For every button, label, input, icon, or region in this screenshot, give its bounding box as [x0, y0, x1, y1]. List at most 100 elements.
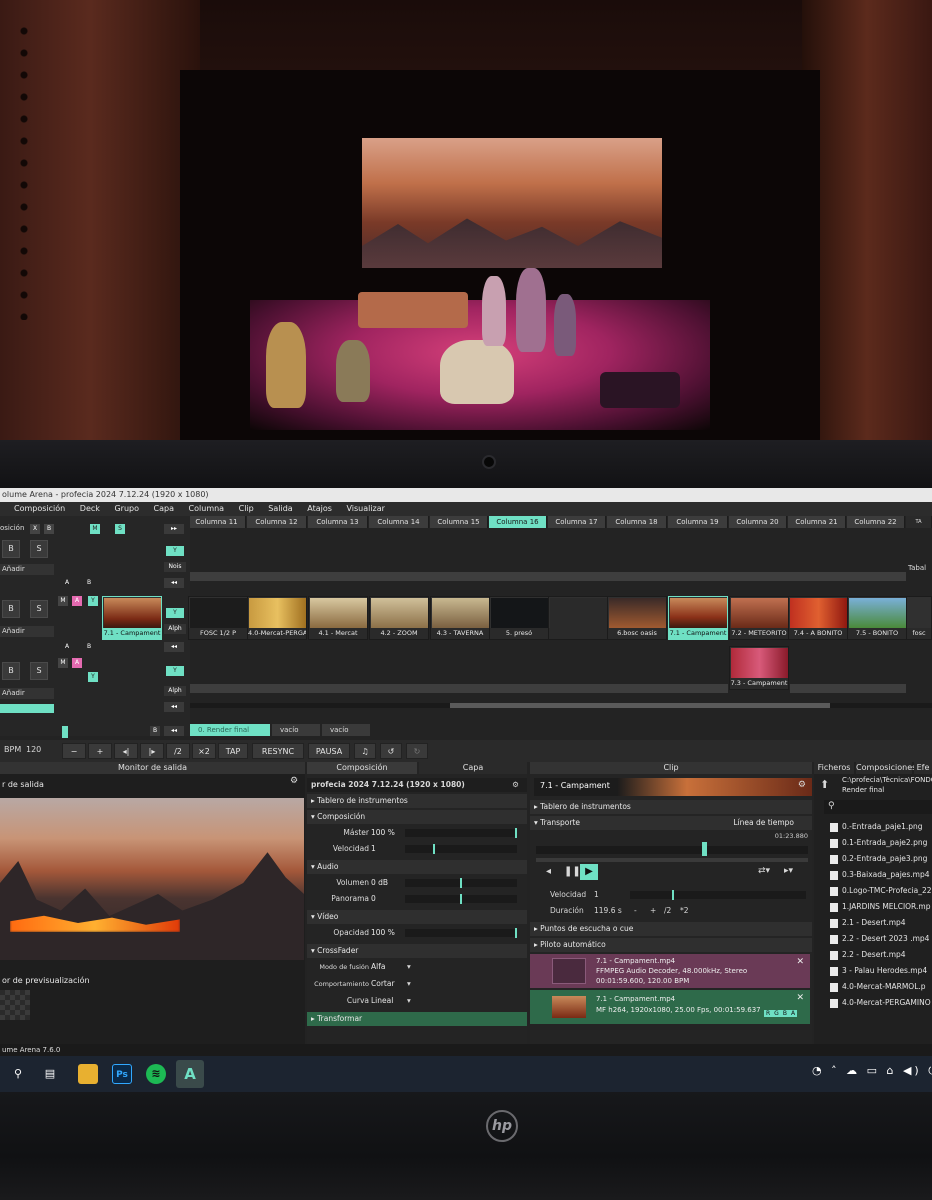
menu-composicion[interactable]: Composición: [0, 502, 71, 516]
layer3-bypass-button[interactable]: B: [2, 662, 20, 680]
file-item[interactable]: 0.Logo-TMC-Profecia_22: [828, 884, 932, 898]
bpm-half-button[interactable]: /2: [166, 743, 190, 759]
opacity-slider[interactable]: [405, 928, 517, 938]
menu-grupo[interactable]: Grupo: [108, 502, 145, 516]
file-item[interactable]: 2.1 - Desert.mp4: [828, 916, 906, 930]
prev-frame-icon[interactable]: ◂: [546, 866, 551, 877]
tab-ficheros[interactable]: Ficheros: [814, 762, 854, 774]
clip-cell[interactable]: [548, 596, 608, 640]
clip-cell[interactable]: 7.3 - Campament: [729, 646, 789, 690]
playhead[interactable]: [702, 842, 707, 856]
section-transformar[interactable]: ▸ Transformar: [307, 1012, 527, 1026]
duration-minus-button[interactable]: -: [634, 904, 637, 918]
clip-cell[interactable]: 4.1 - Mercat: [308, 596, 368, 640]
layer2-a-button[interactable]: A: [62, 642, 72, 652]
layer1-add-dropdown[interactable]: Añadir: [0, 564, 54, 575]
clip-section-transporte[interactable]: ▾ Transporte Línea de tiempo: [530, 816, 812, 830]
pan-slider[interactable]: [405, 894, 517, 904]
clip-cell[interactable]: 7.5 - BONITO: [847, 596, 907, 640]
bpm-value[interactable]: 120: [26, 745, 41, 754]
curve-row[interactable]: Curva Lineal ▾: [307, 994, 527, 1008]
duration-double-button[interactable]: *2: [680, 904, 689, 918]
task-view-icon[interactable]: ▤: [40, 1064, 60, 1084]
layer2-solo-button[interactable]: S: [30, 600, 48, 618]
layer2-add-dropdown[interactable]: Añadir: [0, 626, 54, 637]
file-item[interactable]: 0.3-Baixada_pajes.mp4: [828, 868, 930, 882]
bpm-plus-button[interactable]: +: [88, 743, 112, 759]
section-crossfader[interactable]: ▾ CrossFader: [307, 944, 527, 958]
clip-cell[interactable]: fosc: [906, 596, 932, 640]
layer-master-toggle[interactable]: M: [90, 524, 100, 534]
layer-bypass-button[interactable]: B: [44, 524, 54, 534]
tab-composiciones[interactable]: Composiciones: [856, 762, 916, 774]
file-item[interactable]: 4.0-Mercat-MARMOL.p: [828, 980, 926, 994]
file-item[interactable]: 2.2 - Desert.mp4: [828, 948, 906, 962]
pause-icon[interactable]: ❚❚: [564, 866, 581, 877]
deck-vacio-1[interactable]: vacío: [272, 724, 320, 736]
layer2-y-button[interactable]: Y: [166, 608, 184, 618]
clip-cell[interactable]: 6.bosc oasis: [607, 596, 667, 640]
layer3-y-button[interactable]: Y: [166, 666, 184, 676]
rgba-toggles[interactable]: RGBA: [764, 1010, 798, 1017]
column-header-13[interactable]: Columna 13: [308, 516, 368, 528]
column-header-18[interactable]: Columna 18: [607, 516, 667, 528]
file-item[interactable]: 3 - Palau Herodes.mp4: [828, 964, 927, 978]
menu-columna[interactable]: Columna: [183, 502, 231, 516]
column-header-20[interactable]: Columna 20: [729, 516, 787, 528]
grid-scroll-thumb[interactable]: [450, 703, 830, 708]
menu-clip[interactable]: Clip: [233, 502, 260, 516]
deck-b-button[interactable]: B: [150, 726, 160, 736]
layer3-solo-button[interactable]: S: [30, 662, 48, 680]
layer2-y-toggle[interactable]: Y: [88, 596, 98, 606]
master-slider[interactable]: [405, 828, 517, 838]
close-icon[interactable]: ✕: [796, 957, 804, 967]
clip-cell[interactable]: 4.0-Mercat-PERGA...: [247, 596, 307, 640]
close-icon[interactable]: ✕: [796, 993, 804, 1003]
layer3-y-toggle[interactable]: Y: [88, 672, 98, 682]
layer1-solo-button[interactable]: S: [30, 540, 48, 558]
resync-button[interactable]: RESYNC: [252, 743, 304, 759]
clip-gear-icon[interactable]: ⚙: [798, 780, 806, 790]
layer2-a-toggle[interactable]: A: [72, 596, 82, 606]
menu-deck[interactable]: Deck: [74, 502, 106, 516]
layer-solo-toggle[interactable]: S: [115, 524, 125, 534]
file-item[interactable]: 0.-Entrada_paje1.png: [828, 820, 923, 834]
file-item[interactable]: 4.0-Mercat-PERGAMINO: [828, 996, 931, 1010]
deck-prev-button[interactable]: ◂◂: [164, 726, 184, 736]
duration-plus-button[interactable]: +: [650, 904, 656, 918]
section-audio[interactable]: ▾ Audio: [307, 860, 527, 874]
layer2-bypass-button[interactable]: B: [2, 600, 20, 618]
layer3-a-toggle[interactable]: A: [72, 658, 82, 668]
nudge-back-button[interactable]: ◂|: [114, 743, 138, 759]
layer1-nav-prev[interactable]: ◂◂: [164, 578, 184, 588]
photoshop-icon[interactable]: Ps: [112, 1064, 132, 1084]
layer2-current-clip[interactable]: 7.1 - Campament: [102, 596, 162, 640]
clip-timeline[interactable]: [536, 842, 808, 856]
grid-scrollbar[interactable]: [190, 703, 932, 708]
layer1-y-toggle[interactable]: Y: [166, 546, 184, 556]
clip-cell[interactable]: 7.4 - A BONITO: [788, 596, 848, 640]
clip-cell[interactable]: FOSC 1/2 P: [188, 596, 248, 640]
deck-vacio-2[interactable]: vacío: [322, 724, 370, 736]
file-explorer-icon[interactable]: [78, 1064, 98, 1084]
tab-composicion[interactable]: Composición: [307, 762, 417, 774]
section-tablero[interactable]: ▸ Tablero de instrumentos: [307, 794, 527, 808]
section-video[interactable]: ▾ Vídeo: [307, 910, 527, 924]
tab-capa[interactable]: Capa: [419, 762, 527, 774]
clip-cell[interactable]: 4.2 - ZOOM: [369, 596, 429, 640]
tap-button[interactable]: TAP: [218, 743, 248, 759]
layer3-m-toggle[interactable]: M: [58, 658, 68, 668]
loop-mode-icon[interactable]: ⇄▾: [758, 866, 770, 876]
speed-slider[interactable]: [405, 844, 517, 854]
clip-cell[interactable]: 7.2 - METEORITO: [729, 596, 789, 640]
layer3-nav-prev[interactable]: ◂◂: [164, 702, 184, 712]
file-item[interactable]: 0.2-Entrada_paje3.png: [828, 852, 927, 866]
layer3-master-bar[interactable]: [0, 704, 54, 713]
duration-half-button[interactable]: /2: [664, 904, 671, 918]
pause-button[interactable]: PAUSA: [308, 743, 350, 759]
column-header-14[interactable]: Columna 14: [369, 516, 429, 528]
column-header-11[interactable]: Columna 11: [188, 516, 246, 528]
column-header-15[interactable]: Columna 15: [430, 516, 488, 528]
arena-icon[interactable]: A: [176, 1060, 204, 1088]
deck-render-final[interactable]: 0. Render final: [190, 724, 270, 736]
